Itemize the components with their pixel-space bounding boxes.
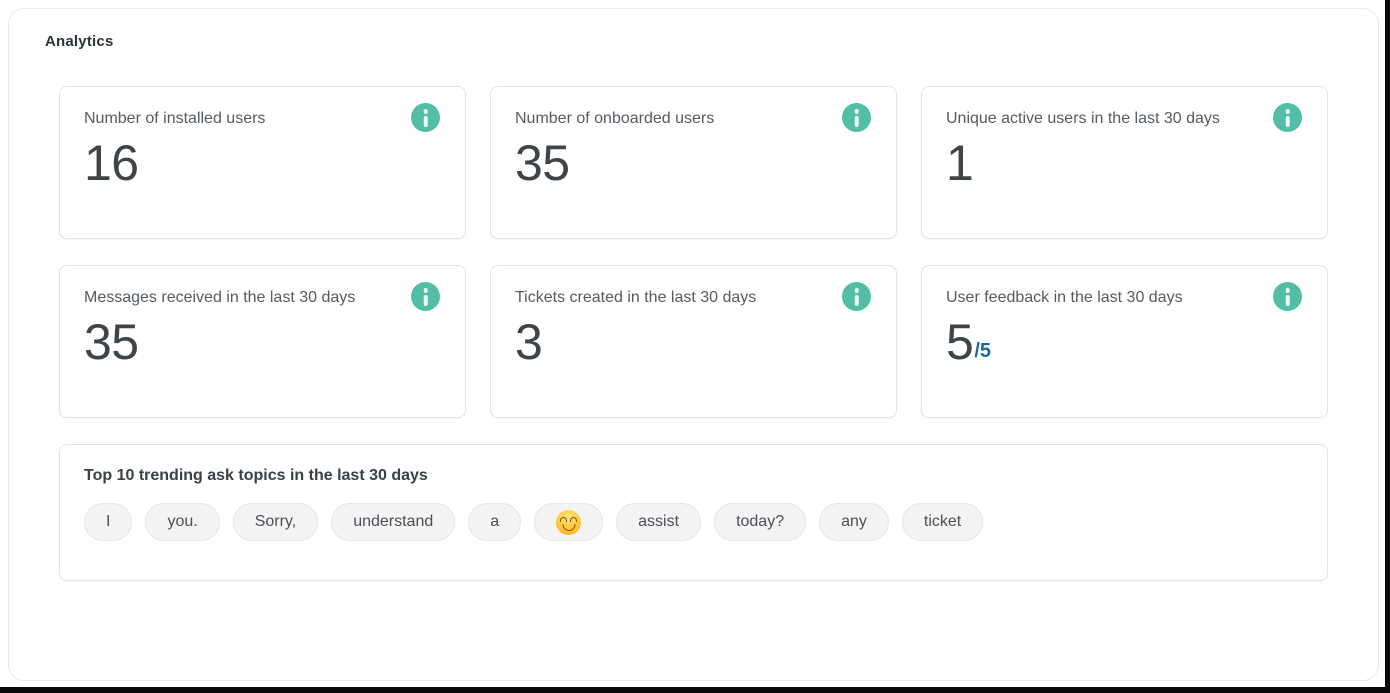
page-title: Analytics [45, 33, 1328, 50]
stat-value: 1 [946, 136, 973, 191]
stat-card-label: User feedback in the last 30 days [946, 286, 1303, 310]
stat-card-tickets-created: Tickets created in the last 30 days 3 [490, 265, 897, 418]
stat-card-installed-users: Number of installed users 16 [59, 86, 466, 239]
emoji-eye [570, 517, 577, 522]
stat-value: 5 [946, 315, 973, 370]
stat-card-label: Tickets created in the last 30 days [515, 286, 872, 310]
stat-card-unique-active-users: Unique active users in the last 30 days … [921, 86, 1328, 239]
emoji-eye [560, 517, 567, 522]
stat-card-label: Messages received in the last 30 days [84, 286, 441, 310]
smiling-face-emoji [556, 510, 581, 535]
stat-value: 16 [84, 136, 139, 191]
stat-value-row: 1 [946, 136, 1303, 191]
info-icon[interactable] [1273, 282, 1302, 311]
screen: Analytics Number of installed users 16 N… [0, 0, 1390, 693]
feedback-denominator: /5 [974, 341, 991, 361]
stat-card-label: Number of installed users [84, 107, 441, 131]
info-icon[interactable] [411, 103, 440, 132]
topic-pill-emoji [534, 503, 603, 541]
topic-pill: a [468, 503, 521, 541]
stats-grid: Number of installed users 16 Number of o… [59, 86, 1328, 418]
stat-value-row: 5 /5 [946, 315, 1303, 370]
trending-topics-title: Top 10 trending ask topics in the last 3… [84, 467, 1303, 485]
topic-pill: understand [331, 503, 455, 541]
stat-card-label: Number of onboarded users [515, 107, 872, 131]
stat-value-row: 35 [515, 136, 872, 191]
info-icon[interactable] [842, 282, 871, 311]
stat-value-row: 16 [84, 136, 441, 191]
stat-card-user-feedback: User feedback in the last 30 days 5 /5 [921, 265, 1328, 418]
stat-value-row: 35 [84, 315, 441, 370]
screen-edge-right [1385, 0, 1390, 693]
stat-card-onboarded-users: Number of onboarded users 35 [490, 86, 897, 239]
stat-value: 35 [515, 136, 570, 191]
topic-pill: today? [714, 503, 806, 541]
stat-card-label: Unique active users in the last 30 days [946, 107, 1303, 131]
topic-pill: you. [145, 503, 219, 541]
topic-pill: assist [616, 503, 701, 541]
info-icon[interactable] [842, 103, 871, 132]
stat-card-messages-received: Messages received in the last 30 days 35 [59, 265, 466, 418]
info-icon[interactable] [411, 282, 440, 311]
analytics-panel-content: Analytics Number of installed users 16 N… [9, 9, 1378, 621]
emoji-mouth [562, 524, 575, 531]
analytics-panel: Analytics Number of installed users 16 N… [8, 8, 1379, 681]
stat-value: 3 [515, 315, 542, 370]
stat-value-row: 3 [515, 315, 872, 370]
stat-value: 35 [84, 315, 139, 370]
topic-pill: I [84, 503, 132, 541]
screen-edge-bottom [0, 687, 1390, 693]
info-icon[interactable] [1273, 103, 1302, 132]
topic-pill: ticket [902, 503, 983, 541]
trending-topics-card: Top 10 trending ask topics in the last 3… [59, 444, 1328, 581]
topic-pill: any [819, 503, 889, 541]
topic-pill: Sorry, [233, 503, 318, 541]
topic-pill-row: I you. Sorry, understand a assist today? [84, 503, 1303, 541]
